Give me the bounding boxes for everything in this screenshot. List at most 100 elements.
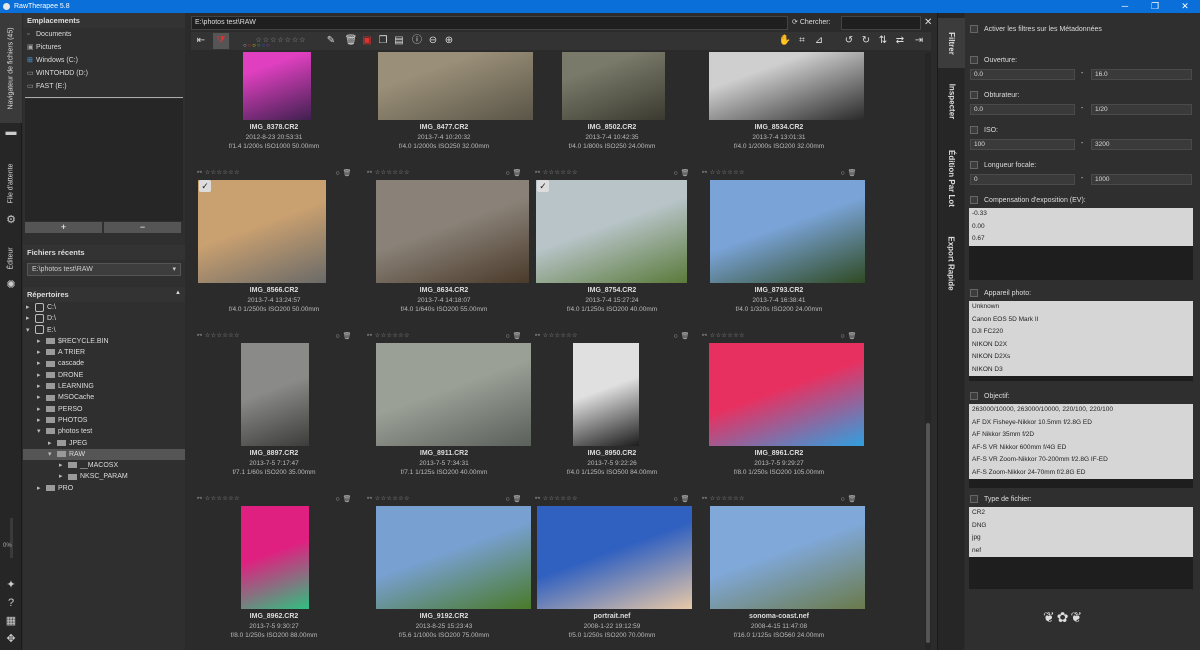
thumbnail-rank-bar[interactable]: ⚯ ☆☆☆☆☆☆ ○ 🗑	[197, 169, 352, 178]
tree-item[interactable]: ▸ DRONE	[23, 370, 185, 381]
tab-file-browser[interactable]: Navigateur de fichiers (45)	[0, 13, 22, 123]
camera-filter[interactable]: Appareil photo:	[970, 289, 1031, 297]
focal-from-input[interactable]: 0	[970, 174, 1075, 185]
thumbnail-rank-bar[interactable]: ⚯ ☆☆☆☆☆☆ ○ 🗑	[197, 495, 352, 504]
focal-filter[interactable]: Longueur focale:	[970, 161, 1036, 169]
thumbnail-image[interactable]	[710, 506, 865, 609]
thumbnail-image[interactable]	[537, 506, 692, 609]
add-place-button[interactable]: +	[25, 222, 102, 233]
thumbnail[interactable]: ⚯ ☆☆☆☆☆☆○ 🗑IMG_8477.CR22013-7-4 10:20:32…	[361, 52, 533, 168]
lens-filter[interactable]: Objectif:	[970, 392, 1010, 400]
thumbnail-image[interactable]	[378, 52, 533, 120]
thumbnail-rank-bar[interactable]: ⚯ ☆☆☆☆☆☆ ○ 🗑	[702, 169, 857, 178]
checkbox[interactable]	[970, 196, 978, 204]
expander-icon[interactable]: ▸	[37, 370, 46, 381]
zoom-in-icon[interactable]: ⊕	[441, 33, 457, 49]
expander-icon[interactable]: ▸	[26, 313, 35, 324]
thumb-actions[interactable]: ○ 🗑	[673, 495, 690, 503]
aperture-from-input[interactable]: 0.0	[970, 69, 1075, 80]
thumbnail[interactable]: ⚯ ☆☆☆☆☆☆ ○ 🗑 IMG_8961.CR2 2013-7-5 9:29:27 f…	[696, 332, 864, 494]
thumbnail-rank-bar[interactable]: ⚯ ☆☆☆☆☆☆ ○ 🗑	[535, 332, 690, 341]
thumbnail[interactable]: ⚯ ☆☆☆☆☆☆ ○ 🗑 IMG_8897.CR2 2013-7-5 7:17:47 f…	[191, 332, 357, 494]
list-item[interactable]: AF-S Zoom-Nikkor 24-70mm f/2.8G ED	[969, 467, 1193, 480]
straighten-icon[interactable]: ⊿	[811, 33, 827, 49]
thumb-actions[interactable]: ○ 🗑	[505, 495, 522, 503]
tree-item[interactable]: ▸ cascade	[23, 358, 185, 369]
expander-icon[interactable]: ▸	[26, 302, 35, 313]
thumbnail-rank-bar[interactable]: ⚯ ☆☆☆☆☆☆ ○ 🗑	[367, 495, 522, 504]
expander-icon[interactable]: ▸	[37, 358, 46, 369]
tab-queue[interactable]: File d'attente	[0, 148, 22, 218]
clear-search-icon[interactable]: ✕	[924, 16, 932, 30]
shutter-to-input[interactable]: 1/20	[1091, 104, 1192, 115]
list-item[interactable]: AF DX Fisheye-Nikkor 10.5mm f/2.8G ED	[969, 417, 1193, 430]
tree-item[interactable]: ▸ NKSC_PARAM	[23, 471, 185, 482]
expander-icon[interactable]: ▸	[48, 438, 57, 449]
thumbnail-rank-bar[interactable]: ⚯ ☆☆☆☆☆☆ ○ 🗑	[702, 495, 857, 504]
place-documents[interactable]: ▫ Documents	[23, 28, 185, 41]
gears-icon[interactable]: ⚙	[4, 213, 18, 227]
checkbox[interactable]	[970, 91, 978, 99]
recent-folders-combo[interactable]: E:\photos test\RAW	[27, 263, 181, 276]
link-icon[interactable]: ⚯	[367, 170, 373, 176]
thumb-actions[interactable]: ○ 🗑	[673, 169, 690, 177]
tab-quick-export[interactable]: Export Rapide	[938, 223, 965, 303]
tree-item[interactable]: ▸ JPEG	[23, 438, 185, 449]
check-icon[interactable]: ✓	[537, 180, 549, 192]
minimize-button[interactable]: ─	[1110, 0, 1140, 13]
aperture-filter[interactable]: Ouverture:	[970, 56, 1017, 64]
thumbnail-rank-bar[interactable]: ⚯ ☆☆☆☆☆☆ ○ 🗑	[197, 332, 352, 341]
list-item[interactable]: DJI FC220	[969, 326, 1193, 339]
link-icon[interactable]: ⚯	[535, 496, 541, 502]
flip-vertical-icon[interactable]: ⇅	[875, 33, 891, 49]
checkbox[interactable]	[970, 289, 978, 297]
place-pictures[interactable]: ▣ Pictures	[23, 41, 185, 54]
grid-scrollbar[interactable]	[925, 53, 931, 650]
thumbnail-rank-bar[interactable]: ⚯ ☆☆☆☆☆☆ ○ 🗑	[535, 169, 690, 178]
shutter-filter[interactable]: Obturateur:	[970, 91, 1019, 99]
flip-horizontal-icon[interactable]: ⇄	[892, 33, 908, 49]
list-item[interactable]: 0.67	[969, 233, 1193, 246]
checkbox[interactable]	[970, 25, 978, 33]
check-icon[interactable]: ✓	[199, 180, 211, 192]
expander-icon[interactable]: ▾	[37, 426, 46, 437]
rank-stars[interactable]: ☆☆☆☆☆☆	[205, 496, 240, 502]
lens-list[interactable]: 263000/10000, 263000/10000, 220/100, 220…	[969, 404, 1193, 488]
thumbnail[interactable]: ⚯ ☆☆☆☆☆☆ ○ 🗑 IMG_8793.CR2 2013-7-4 16:38:41…	[696, 169, 865, 331]
thumbnail-rank-bar[interactable]: ⚯ ☆☆☆☆☆☆ ○ 🗑	[702, 332, 857, 341]
collapse-icon[interactable]: ▲	[175, 290, 181, 296]
rank-stars[interactable]: ☆☆☆☆☆☆	[375, 496, 410, 502]
thumbnail[interactable]: ⚯ ☆☆☆☆☆☆ ○ 🗑 ✓ IMG_8566.CR2 2013-7-4 13:24:5…	[191, 169, 357, 331]
link-icon[interactable]: ⚯	[535, 333, 541, 339]
checkbox[interactable]	[970, 392, 978, 400]
thumbnail-rank-bar[interactable]: ⚯ ☆☆☆☆☆☆ ○ 🗑	[535, 495, 690, 504]
list-item[interactable]: jpg	[969, 532, 1193, 545]
thumbnail-image[interactable]	[536, 180, 687, 283]
color-labels[interactable]: ○○○○○○	[243, 43, 271, 49]
rotate-right-icon[interactable]: ↻	[858, 33, 874, 49]
thumb-actions[interactable]: ○ 🗑	[840, 495, 857, 503]
thumbnail[interactable]: ⚯ ☆☆☆☆☆☆ ○ 🗑 IMG_8950.CR2 2013-7-5 9:22:26 f…	[529, 332, 695, 494]
link-icon[interactable]: ⚯	[702, 333, 708, 339]
checkbox[interactable]	[970, 161, 978, 169]
not-trash-icon[interactable]: ▣	[359, 33, 375, 49]
wand-icon[interactable]: ✦	[4, 578, 18, 592]
thumbnail[interactable]: ⚯ ☆☆☆☆☆☆ ○ 🗑 ✓ IMG_8754.CR2 2013-7-4 15:27:2…	[529, 169, 695, 331]
expander-icon[interactable]: ▸	[37, 347, 46, 358]
rank-stars[interactable]: ☆☆☆☆☆☆	[205, 170, 240, 176]
thumbnail-rank-bar[interactable]: ⚯ ☆☆☆☆☆☆ ○ 🗑	[367, 332, 522, 341]
tree-item[interactable]: ▸ C:\	[23, 302, 185, 313]
hand-icon[interactable]: ✋	[777, 33, 793, 49]
copy-icon[interactable]: ❐	[375, 33, 391, 49]
thumb-actions[interactable]: ○ 🗑	[505, 332, 522, 340]
tab-filter[interactable]: Filtrer	[938, 18, 965, 68]
link-icon[interactable]: ⚯	[197, 496, 203, 502]
thumb-actions[interactable]: ○ 🗑	[335, 495, 352, 503]
tree-item[interactable]: ▸ LEARNING	[23, 381, 185, 392]
list-item[interactable]: NIKON D2Xs	[969, 351, 1193, 364]
list-item[interactable]: NIKON D2X	[969, 339, 1193, 352]
link-icon[interactable]: ⚯	[197, 170, 203, 176]
rank-stars[interactable]: ☆☆☆☆☆☆	[543, 496, 578, 502]
thumbnail[interactable]: ⚯ ☆☆☆☆☆☆ ○ 🗑 IMG_8634.CR2 2013-7-4 14:18:07…	[361, 169, 529, 331]
iso-filter[interactable]: ISO:	[970, 126, 998, 134]
